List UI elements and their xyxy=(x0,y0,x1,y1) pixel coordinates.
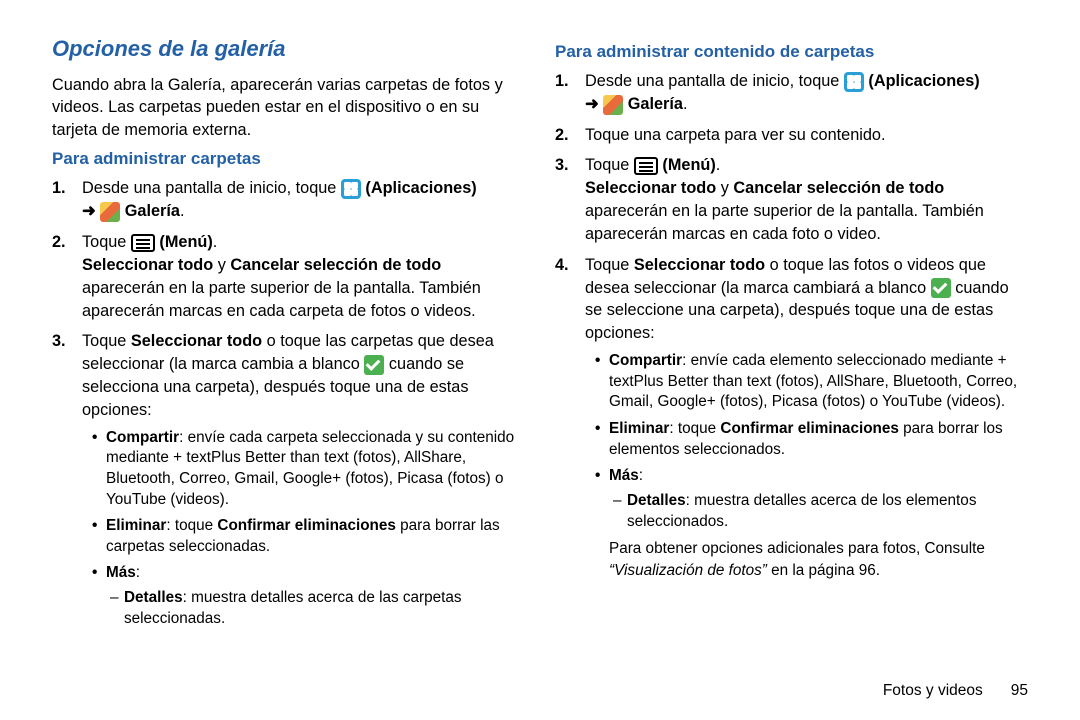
list-item: 4. Toque Seleccionar todo o toque las fo… xyxy=(585,254,1028,582)
endnote-text2: en la página 96. xyxy=(771,562,880,579)
and-text: y xyxy=(716,179,733,197)
options-bullets: Compartir: envíe cada elemento seleccion… xyxy=(585,351,1028,532)
bullet-delete: Eliminar: toque Confirmar eliminaciones … xyxy=(106,516,525,557)
select-all-inline: Seleccionar todo xyxy=(131,332,262,350)
two-column-layout: Opciones de la galería Cuando abra la Ga… xyxy=(52,36,1028,678)
step-number: 2. xyxy=(555,124,569,147)
apps-label: (Aplicaciones) xyxy=(365,179,476,197)
step-number: 2. xyxy=(52,231,66,254)
step-text: Desde una pantalla de inicio, toque xyxy=(585,72,844,90)
more-sublist: Detalles: muestra detalles acerca de los… xyxy=(609,491,1028,533)
step-number: 3. xyxy=(52,330,66,353)
section1-heading: Para administrar carpetas xyxy=(52,149,525,169)
period: . xyxy=(213,233,218,251)
list-item: 1. Desde una pantalla de inicio, toque (… xyxy=(585,70,1028,116)
more-label: Más xyxy=(609,467,639,484)
page-footer: Fotos y videos 95 xyxy=(52,678,1028,700)
delete-label: Eliminar xyxy=(106,517,166,534)
confirm-delete-label: Confirmar eliminaciones xyxy=(217,517,396,534)
gallery-label: Galería xyxy=(125,202,180,220)
footer-section-name: Fotos y videos xyxy=(883,682,983,700)
list-item: 1. Desde una pantalla de inicio, toque (… xyxy=(82,177,525,223)
after-text: aparecerán en la parte superior de la pa… xyxy=(585,202,984,243)
options-bullets: Compartir: envíe cada carpeta selecciona… xyxy=(82,428,525,630)
step-number: 4. xyxy=(555,254,569,277)
apps-icon xyxy=(844,72,864,92)
right-column: Para administrar contenido de carpetas 1… xyxy=(555,36,1028,678)
and-text: y xyxy=(213,256,230,274)
step-text: Toque xyxy=(585,156,634,174)
check-icon xyxy=(931,278,951,298)
section2-heading: Para administrar contenido de carpetas xyxy=(555,42,1028,62)
footer-page-number: 95 xyxy=(1011,682,1028,700)
step-text: Toque xyxy=(82,233,131,251)
delete-text1: : toque xyxy=(669,420,720,437)
more-label: Más xyxy=(106,564,136,581)
period: . xyxy=(180,202,185,220)
step-number: 3. xyxy=(555,154,569,177)
confirm-delete-label: Confirmar eliminaciones xyxy=(720,420,899,437)
apps-icon xyxy=(341,179,361,199)
step-text: Toque una carpeta para ver su contenido. xyxy=(585,126,886,144)
bullet-share: Compartir: envíe cada elemento seleccion… xyxy=(609,351,1028,413)
deselect-all-label: Cancelar selección de todo xyxy=(230,256,441,274)
list-item: 3. Toque Seleccionar todo o toque las ca… xyxy=(82,330,525,629)
list-item: 2. Toque una carpeta para ver su conteni… xyxy=(585,124,1028,147)
apps-label: (Aplicaciones) xyxy=(868,72,979,90)
list-item: 2. Toque (Menú). Seleccionar todo y Canc… xyxy=(82,231,525,322)
endnote-text1: Para obtener opciones adicionales para f… xyxy=(609,540,985,557)
arrow-icon: ➜ xyxy=(585,95,599,113)
dash-details: Detalles: muestra detalles acerca de las… xyxy=(124,588,525,630)
menu-icon xyxy=(634,157,658,175)
left-column: Opciones de la galería Cuando abra la Ga… xyxy=(52,36,525,678)
arrow-icon: ➜ xyxy=(82,202,96,220)
page-title: Opciones de la galería xyxy=(52,36,525,62)
after-text: aparecerán en la parte superior de la pa… xyxy=(82,279,481,320)
dash-details: Detalles: muestra detalles acerca de los… xyxy=(627,491,1028,533)
bullet-share: Compartir: envíe cada carpeta selecciona… xyxy=(106,428,525,511)
deselect-all-label: Cancelar selección de todo xyxy=(733,179,944,197)
more-sublist: Detalles: muestra detalles acerca de las… xyxy=(106,588,525,630)
gallery-icon xyxy=(603,95,623,115)
step-text: Toque xyxy=(82,332,131,350)
section1-list: 1. Desde una pantalla de inicio, toque (… xyxy=(52,177,525,629)
step-text: Desde una pantalla de inicio, toque xyxy=(82,179,341,197)
details-label: Detalles xyxy=(124,589,183,606)
select-all-label: Seleccionar todo xyxy=(585,179,716,197)
section2-list: 1. Desde una pantalla de inicio, toque (… xyxy=(555,70,1028,581)
period: . xyxy=(683,95,688,113)
menu-label: (Menú) xyxy=(159,233,212,251)
bullet-more: Más: Detalles: muestra detalles acerca d… xyxy=(609,466,1028,532)
menu-label: (Menú) xyxy=(662,156,715,174)
step-number: 1. xyxy=(52,177,66,200)
bullet-more: Más: Detalles: muestra detalles acerca d… xyxy=(106,563,525,629)
list-item: 3. Toque (Menú). Seleccionar todo y Canc… xyxy=(585,154,1028,245)
select-all-inline: Seleccionar todo xyxy=(634,256,765,274)
share-label: Compartir xyxy=(609,352,682,369)
intro-paragraph: Cuando abra la Galería, aparecerán varia… xyxy=(52,74,525,141)
gallery-label: Galería xyxy=(628,95,683,113)
bullet-delete: Eliminar: toque Confirmar eliminaciones … xyxy=(609,419,1028,460)
delete-text1: : toque xyxy=(166,517,217,534)
share-label: Compartir xyxy=(106,429,179,446)
check-icon xyxy=(364,355,384,375)
gallery-icon xyxy=(100,202,120,222)
step-text: Toque xyxy=(585,256,634,274)
select-all-label: Seleccionar todo xyxy=(82,256,213,274)
menu-icon xyxy=(131,234,155,252)
details-label: Detalles xyxy=(627,492,686,509)
delete-label: Eliminar xyxy=(609,420,669,437)
endnote-ref: “Visualización de fotos” xyxy=(609,562,767,579)
end-note: Para obtener opciones adicionales para f… xyxy=(585,538,1028,581)
period: . xyxy=(716,156,721,174)
step-number: 1. xyxy=(555,70,569,93)
